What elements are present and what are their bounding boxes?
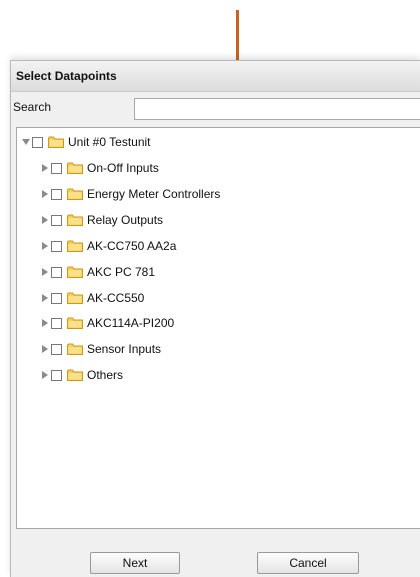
tree-node[interactable]: Energy Meter Controllers bbox=[40, 185, 220, 203]
tree-node-label: AKC PC 781 bbox=[87, 265, 156, 279]
checkbox-icon[interactable] bbox=[51, 317, 62, 329]
expand-toggle-icon[interactable] bbox=[40, 293, 50, 303]
tree-node[interactable]: AKC114A-PI200 bbox=[40, 314, 174, 332]
tree-node-label: Energy Meter Controllers bbox=[87, 187, 221, 201]
search-input[interactable] bbox=[134, 98, 420, 120]
search-row: Search bbox=[11, 98, 420, 122]
checkbox-icon[interactable] bbox=[51, 188, 62, 200]
folder-icon bbox=[67, 162, 83, 174]
expand-toggle-icon[interactable] bbox=[40, 241, 50, 251]
dialog-title: Select Datapoints bbox=[11, 61, 420, 92]
folder-icon bbox=[67, 343, 83, 355]
folder-icon bbox=[67, 188, 83, 200]
expand-toggle-icon[interactable] bbox=[40, 163, 50, 173]
tree-node[interactable]: On-Off Inputs bbox=[40, 159, 159, 177]
expand-toggle-icon[interactable] bbox=[40, 267, 50, 277]
tree-node-root[interactable]: Unit #0 Testunit bbox=[21, 133, 151, 151]
checkbox-icon[interactable] bbox=[51, 162, 62, 174]
tree-node[interactable]: AK-CC550 bbox=[40, 289, 144, 307]
tree-node-label: AK-CC750 AA2a bbox=[87, 239, 177, 253]
tree-node-label: Unit #0 Testunit bbox=[68, 135, 151, 149]
tree-node-label: AK-CC550 bbox=[87, 291, 145, 305]
folder-icon bbox=[67, 214, 83, 226]
search-label: Search bbox=[13, 100, 52, 114]
expand-toggle-icon[interactable] bbox=[40, 189, 50, 199]
checkbox-icon[interactable] bbox=[51, 214, 62, 226]
checkbox-icon[interactable] bbox=[32, 136, 43, 148]
folder-icon bbox=[67, 369, 83, 381]
tree-node[interactable]: AKC PC 781 bbox=[40, 263, 155, 281]
folder-icon bbox=[67, 292, 83, 304]
folder-icon bbox=[67, 240, 83, 252]
folder-icon bbox=[67, 266, 83, 278]
tree-node-label: Sensor Inputs bbox=[87, 342, 162, 356]
tree-node-label: AKC114A-PI200 bbox=[87, 316, 175, 330]
datapoint-tree: Unit #0 Testunit On-Off Inputs Energy Met… bbox=[16, 127, 420, 529]
select-datapoints-dialog: Select Datapoints Search Unit #0 Testuni… bbox=[10, 60, 420, 577]
expand-toggle-icon[interactable] bbox=[40, 344, 50, 354]
checkbox-icon[interactable] bbox=[51, 292, 62, 304]
checkbox-icon[interactable] bbox=[51, 240, 62, 252]
checkbox-icon[interactable] bbox=[51, 343, 62, 355]
tree-node-label: On-Off Inputs bbox=[87, 161, 159, 175]
expand-toggle-icon[interactable] bbox=[40, 318, 50, 328]
next-button[interactable]: Next bbox=[90, 552, 180, 574]
folder-icon bbox=[48, 136, 64, 148]
cancel-button[interactable]: Cancel bbox=[257, 552, 359, 574]
folder-icon bbox=[67, 317, 83, 329]
checkbox-icon[interactable] bbox=[51, 369, 62, 381]
tree-node[interactable]: Others bbox=[40, 366, 123, 384]
collapse-toggle-icon[interactable] bbox=[21, 137, 31, 147]
expand-toggle-icon[interactable] bbox=[40, 370, 50, 380]
expand-toggle-icon[interactable] bbox=[40, 215, 50, 225]
tree-node[interactable]: Sensor Inputs bbox=[40, 340, 161, 358]
tree-node-label: Others bbox=[87, 368, 124, 382]
checkbox-icon[interactable] bbox=[51, 266, 62, 278]
tree-node-label: Relay Outputs bbox=[87, 213, 164, 227]
tree-node[interactable]: Relay Outputs bbox=[40, 211, 163, 229]
tree-node[interactable]: AK-CC750 AA2a bbox=[40, 237, 176, 255]
